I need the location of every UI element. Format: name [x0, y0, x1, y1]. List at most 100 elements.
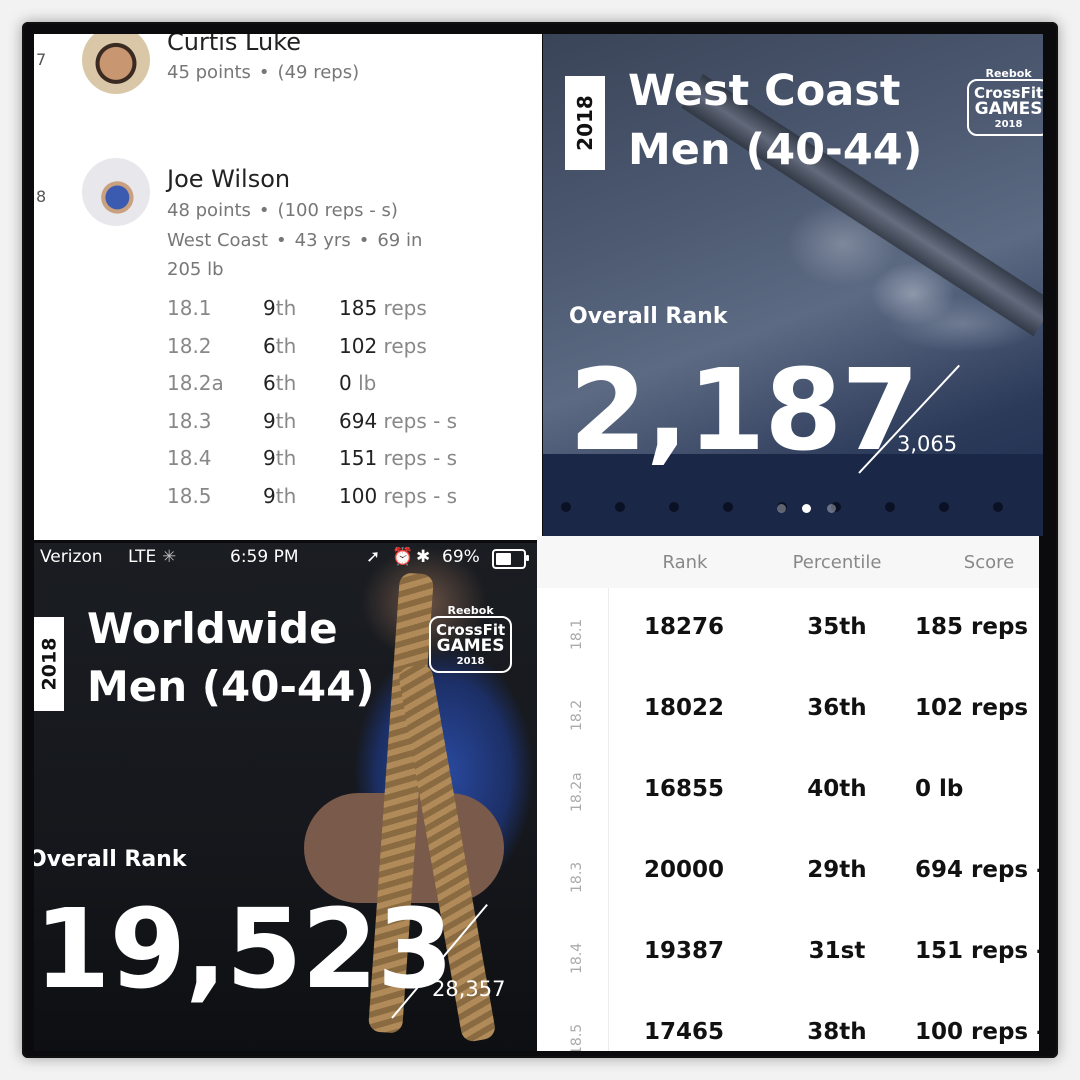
- leaderboard-panel: 7 Curtis Luke 45 points • (49 reps) 8 Joe …: [34, 34, 542, 540]
- rank-cell: 19387: [643, 938, 725, 964]
- workout-row: 18.1 9th 185 reps: [167, 296, 497, 334]
- overall-rank-value: 2,187: [569, 346, 919, 476]
- battery-percent: 69%: [442, 547, 480, 567]
- worldwide-rank-card[interactable]: Verizon LTE ✳ 6:59 PM ➚ ⏰ ✱ 69% 2018 Wor…: [34, 543, 537, 1051]
- rig-hole: [885, 502, 895, 512]
- table-row[interactable]: 18.5 17465 38th 100 reps -: [537, 993, 1039, 1051]
- loading-icon: ✳: [162, 547, 177, 567]
- workout-score: 0 lb: [339, 371, 377, 396]
- column-header-percentile: Percentile: [792, 552, 882, 573]
- rig-hole: [723, 502, 733, 512]
- rank-cell: 20000: [643, 857, 725, 883]
- athlete-name: Joe Wilson: [167, 165, 291, 193]
- workout-rank: 9th: [263, 446, 297, 471]
- percentile-cell: 40th: [807, 776, 867, 802]
- year-tag: 2018: [565, 76, 605, 170]
- athlete-points: 48 points • (100 reps - s): [167, 200, 398, 221]
- column-header-score: Score: [963, 552, 1015, 573]
- percentile-cell: 35th: [807, 614, 867, 640]
- carrier: Verizon: [40, 547, 103, 567]
- workout-rank: 9th: [263, 483, 297, 508]
- bluetooth-icon: ✱: [416, 547, 431, 567]
- rank-total: 3,065: [897, 432, 958, 456]
- score-cell: 151 reps -: [915, 938, 1039, 964]
- workout-rank: 9th: [263, 408, 297, 433]
- carousel-dot[interactable]: [827, 504, 836, 513]
- workout-row: 18.4 9th 151 reps - s: [167, 446, 497, 484]
- athlete-details: West Coast • 43 yrs • 69 in: [167, 230, 423, 251]
- workout-event: 18.3: [167, 408, 212, 433]
- region-rank-card[interactable]: 2018 West Coast Men (40-44) Reebok Cross…: [543, 34, 1043, 536]
- carousel-dot[interactable]: [777, 504, 786, 513]
- network-type: LTE: [128, 547, 157, 567]
- score-cell: 694 reps -: [915, 857, 1039, 883]
- athlete-weight: 205 lb: [167, 259, 224, 280]
- athlete-points: 45 points • (49 reps): [167, 62, 360, 83]
- workout-rank: 9th: [263, 296, 297, 320]
- rig-hole: [939, 502, 949, 512]
- rank-cell: 17465: [643, 1019, 725, 1045]
- rank-total: 28,357: [432, 977, 506, 1001]
- points-value: 45 points: [167, 62, 251, 83]
- percentile-cell: 38th: [807, 1019, 867, 1045]
- table-row[interactable]: 18.2a 16855 40th 0 lb: [537, 750, 1039, 831]
- rank-cell: 18276: [643, 614, 725, 640]
- percentile-cell: 36th: [807, 695, 867, 721]
- avatar: [82, 34, 150, 94]
- column-header-rank: Rank: [662, 552, 708, 573]
- overall-rank-label: Overall Rank: [569, 304, 728, 329]
- workout-score: 151 reps - s: [339, 446, 458, 471]
- avatar: [82, 158, 150, 226]
- age: 43 yrs: [294, 230, 351, 251]
- year-tag: 2018: [34, 617, 64, 711]
- workout-row: 18.2a 6th 0 lb: [167, 371, 497, 409]
- rig-hole: [561, 502, 571, 512]
- workout-rank: 6th: [263, 371, 297, 396]
- entry-rank: 8: [36, 187, 47, 206]
- workout-row: 18.2 6th 102 reps: [167, 334, 497, 372]
- rig-hole: [993, 502, 1003, 512]
- athlete-name: Curtis Luke: [167, 34, 302, 56]
- division-title: Worldwide Men (40-44): [87, 604, 375, 711]
- score-cell: 0 lb: [915, 776, 964, 802]
- score-cell: 100 reps -: [915, 1019, 1039, 1045]
- reps-value: (49 reps): [277, 62, 360, 83]
- rig-hole: [615, 502, 625, 512]
- table-row[interactable]: 18.4 19387 31st 151 reps -: [537, 912, 1039, 993]
- workout-score: 185 reps: [339, 296, 427, 320]
- division-title: West Coast Men (40-44): [628, 66, 923, 176]
- workout-score: 694 reps - s: [339, 408, 458, 433]
- score-cell: 185 reps: [915, 614, 1029, 640]
- overall-rank-label: Overall Rank: [34, 847, 187, 872]
- height: 69 in: [377, 230, 423, 251]
- carousel-dots[interactable]: [777, 504, 836, 513]
- overall-rank-value: 19,523: [34, 885, 453, 1013]
- rank-cell: 16855: [643, 776, 725, 802]
- location-icon: ➚: [366, 547, 381, 567]
- rig-hole: [669, 502, 679, 512]
- table-row[interactable]: 18.2 18022 36th 102 reps: [537, 669, 1039, 750]
- workout-rank: 6th: [263, 333, 297, 358]
- percentile-cell: 31st: [808, 938, 866, 964]
- workout-row: 18.5 9th 100 reps - s: [167, 484, 497, 522]
- alarm-icon: ⏰: [392, 547, 414, 567]
- workout-event: 18.1: [167, 296, 212, 320]
- workout-row: 18.3 9th 694 reps - s: [167, 409, 497, 447]
- score-cell: 102 reps: [915, 695, 1029, 721]
- table-row[interactable]: 18.1 18276 35th 185 reps: [537, 588, 1039, 669]
- crossfit-games-logo: Reebok CrossFit GAMES 2018: [429, 605, 513, 673]
- clock: 6:59 PM: [230, 547, 299, 567]
- carousel-dot[interactable]: [802, 504, 811, 513]
- table-header: Rank Percentile Score: [537, 536, 1039, 588]
- entry-rank: 7: [36, 50, 47, 69]
- workout-event: 18.2a: [167, 371, 224, 396]
- region: West Coast: [167, 230, 269, 251]
- battery-icon: [492, 549, 529, 569]
- score-table: Rank Percentile Score 18.1 18276 35th 185 r…: [537, 536, 1039, 1051]
- workout-event: 18.5: [167, 483, 212, 508]
- table-row[interactable]: 18.3 20000 29th 694 reps -: [537, 831, 1039, 912]
- status-bar: Verizon LTE ✳ 6:59 PM ➚ ⏰ ✱ 69%: [34, 543, 537, 575]
- percentile-cell: 29th: [807, 857, 867, 883]
- workout-score: 102 reps: [339, 333, 427, 358]
- workout-event: 18.4: [167, 446, 212, 471]
